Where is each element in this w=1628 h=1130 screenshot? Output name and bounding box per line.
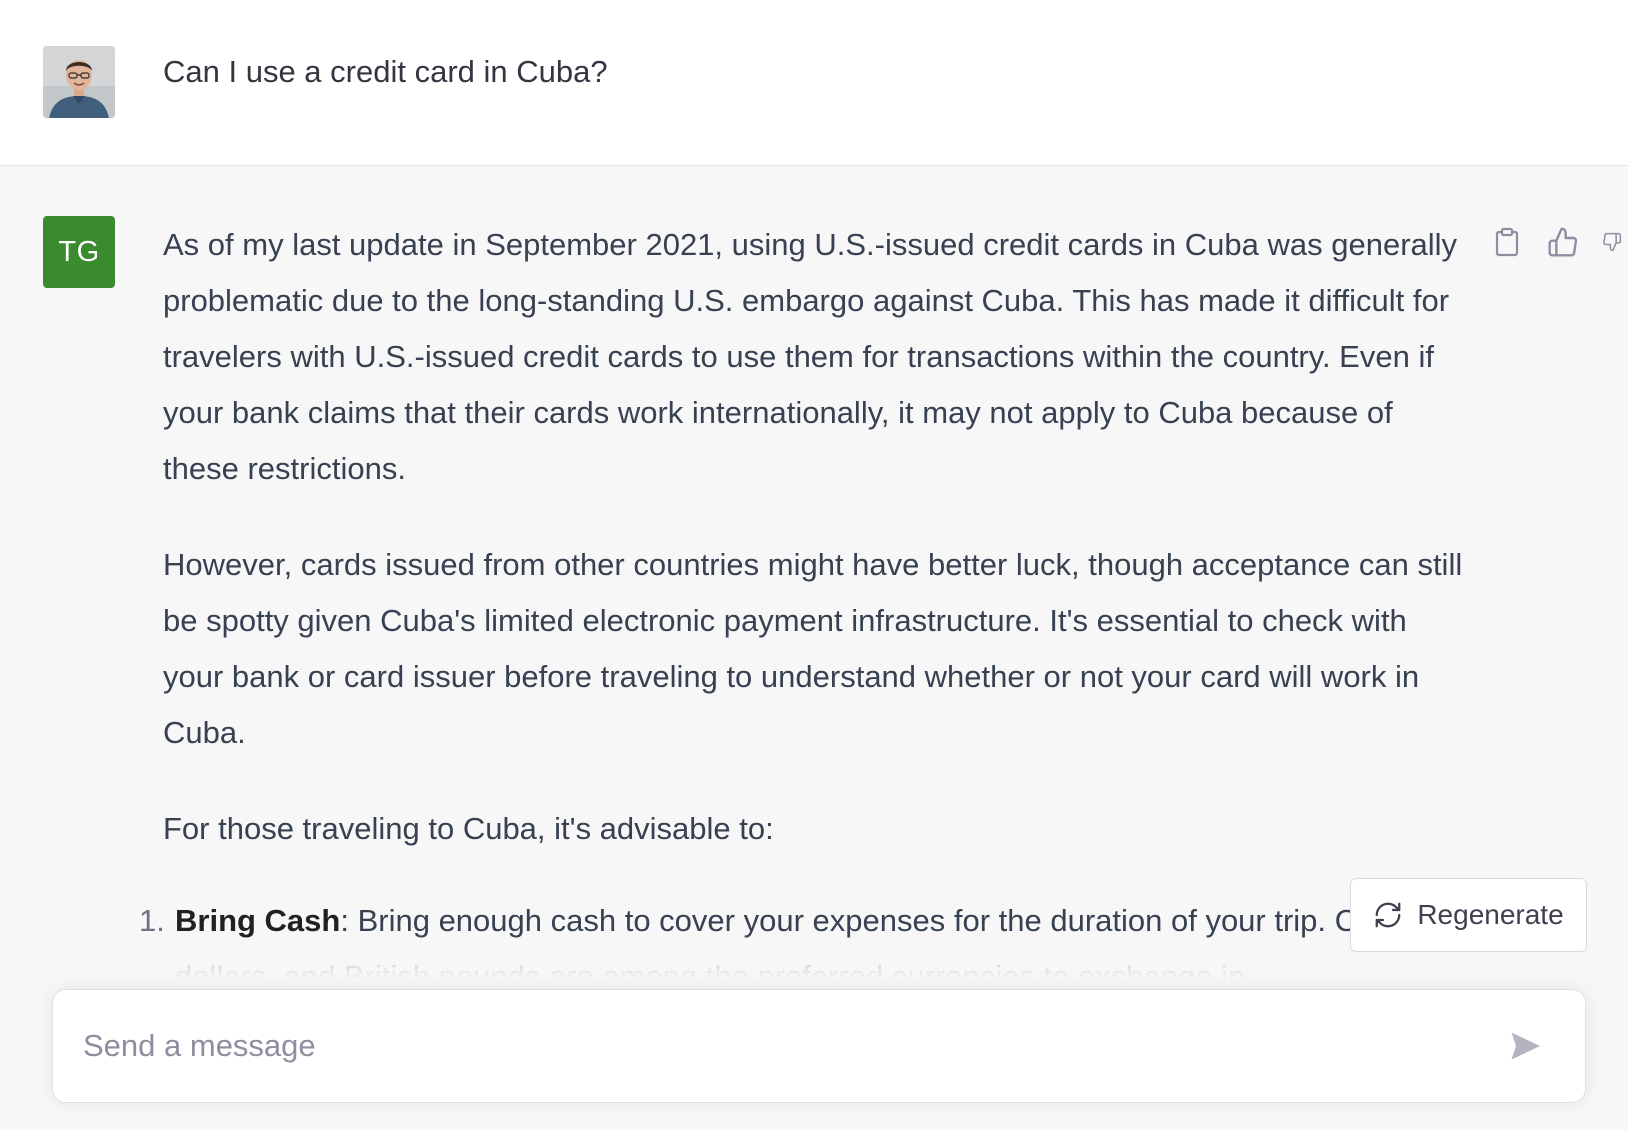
message-input[interactable] [83, 1018, 1463, 1074]
thumbs-down-icon[interactable] [1602, 225, 1622, 259]
refresh-icon [1375, 902, 1401, 928]
send-button[interactable] [1503, 1024, 1547, 1068]
message-paragraph: As of my last update in September 2021, … [163, 227, 1458, 486]
list-item-number: 1. [139, 903, 165, 938]
assistant-avatar: TG [43, 216, 115, 288]
user-photo-icon [43, 46, 115, 118]
user-message-text: Can I use a credit card in Cuba? [163, 54, 608, 89]
assistant-message-body: As of my last update in September 2021, … [139, 217, 1473, 1005]
thumbs-up-icon[interactable] [1546, 225, 1580, 259]
list-item-title: Bring Cash [175, 903, 341, 938]
user-avatar [43, 46, 115, 118]
regenerate-label: Regenerate [1417, 899, 1564, 930]
message-paragraph: For those traveling to Cuba, it's advisa… [163, 811, 774, 846]
message-composer [52, 989, 1586, 1103]
message-paragraph: However, cards issued from other countri… [163, 547, 1463, 750]
send-icon [1511, 1032, 1540, 1060]
clipboard-icon[interactable] [1490, 225, 1524, 259]
user-message-row: Can I use a credit card in Cuba? [0, 0, 1628, 166]
regenerate-button[interactable]: Regenerate [1350, 878, 1587, 952]
message-actions [1490, 225, 1622, 259]
assistant-message-row: TG As of my last update in September 202… [0, 167, 1628, 1130]
